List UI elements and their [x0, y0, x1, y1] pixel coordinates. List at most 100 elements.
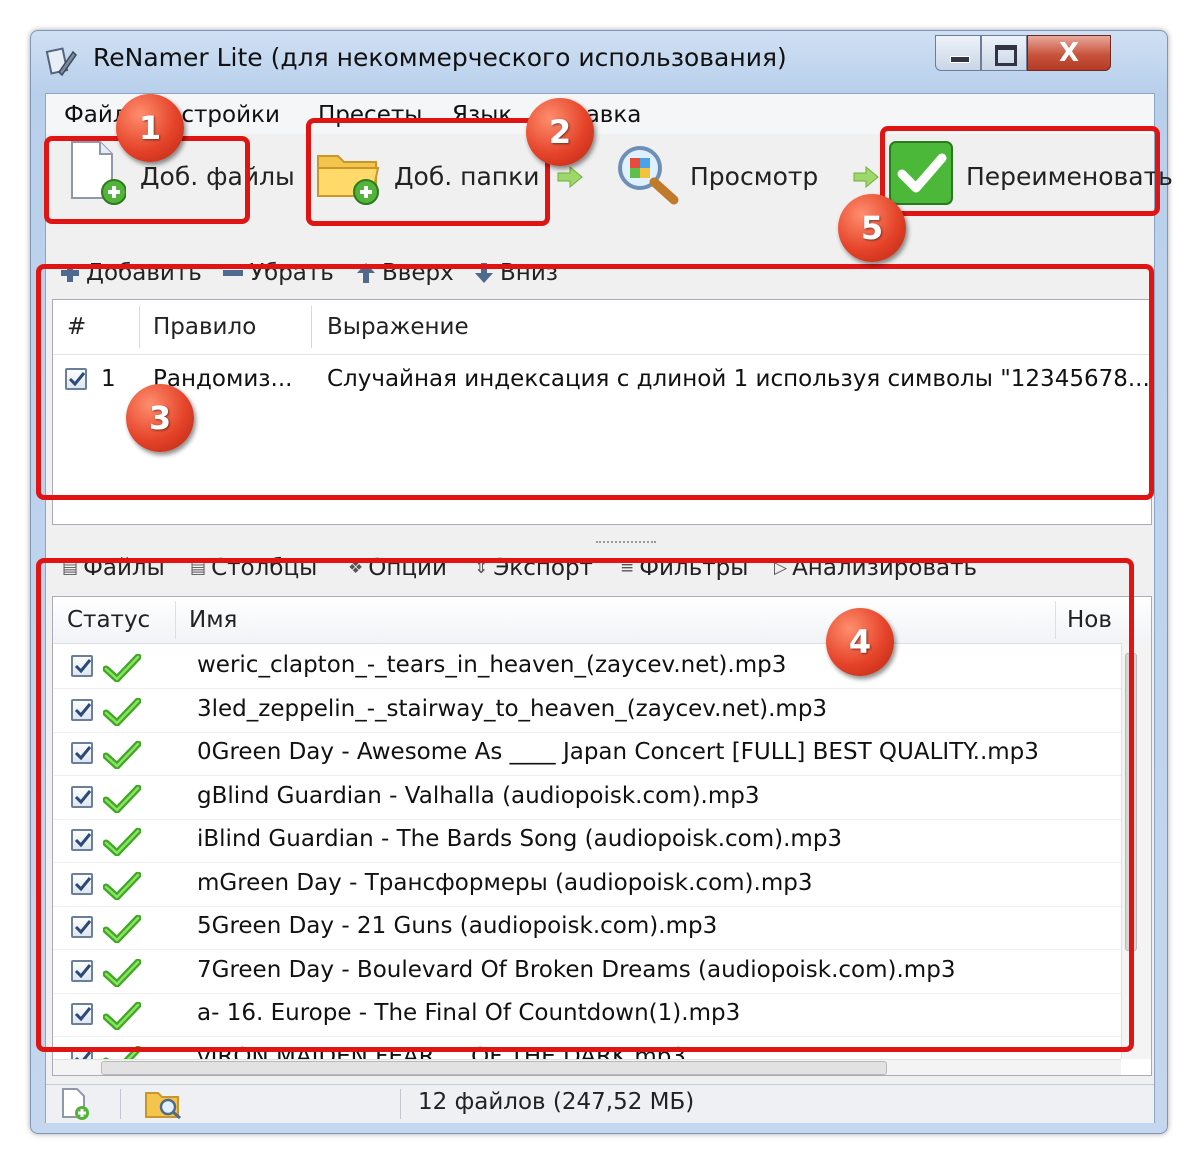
rules-col-number[interactable]: #: [67, 314, 86, 340]
preview-label: Просмотр: [690, 162, 819, 191]
status-ok-icon: [102, 653, 142, 686]
move-up-label: Вверх: [382, 260, 454, 286]
file-row[interactable]: iBlind Guardian - The Bards Song (audiop…: [53, 819, 1121, 863]
arrow-up-icon: [357, 263, 375, 283]
rule-number: 1: [101, 366, 116, 392]
file-checkbox[interactable]: [71, 1003, 93, 1025]
folder-search-icon[interactable]: [144, 1087, 184, 1125]
app-icon: [45, 46, 77, 78]
file-checkbox[interactable]: [71, 742, 93, 764]
status-ok-icon: [102, 827, 142, 860]
rule-enabled-checkbox[interactable]: [65, 368, 87, 390]
remove-rule-button[interactable]: Убрать: [222, 260, 334, 286]
status-ok-icon: [102, 871, 142, 904]
window-title: ReNamer Lite (для некоммерческого исполь…: [93, 43, 787, 72]
file-name: iBlind Guardian - The Bards Song (audiop…: [197, 826, 843, 852]
status-ok-icon: [102, 740, 142, 773]
rules-toolbar: Добавить Убрать Вверх Вниз: [46, 254, 1154, 296]
menu-language[interactable]: Язык: [452, 102, 512, 128]
close-button[interactable]: X: [1027, 35, 1111, 71]
files-toolbar: ▤ Файлы ▤ Столбцы ❖ Опции ⇕ Экспорт ≡ Фи…: [46, 549, 1154, 593]
callout-2: 2: [526, 98, 594, 166]
remove-rule-label: Убрать: [250, 260, 334, 286]
panel-splitter[interactable]: [596, 541, 656, 547]
minimize-button[interactable]: [935, 35, 981, 71]
status-divider: [400, 1089, 401, 1119]
tab-columns[interactable]: ▤ Столбцы: [190, 555, 317, 581]
tab-export[interactable]: ⇕ Экспорт: [474, 555, 593, 581]
tab-analyze-label: Анализировать: [792, 555, 978, 581]
column-separator: [1055, 601, 1056, 639]
menu-presets[interactable]: Пресеты: [318, 102, 422, 128]
tab-options[interactable]: ❖ Опции: [348, 555, 447, 581]
tab-filters[interactable]: ≡ Фильтры: [620, 555, 748, 581]
file-row[interactable]: 5Green Day - 21 Guns (audiopoisk.com).mp…: [53, 906, 1121, 950]
file-row[interactable]: weric_clapton_-_tears_in_heaven_(zaycev.…: [53, 645, 1121, 689]
add-rule-button[interactable]: Добавить: [60, 260, 202, 286]
file-checkbox[interactable]: [71, 872, 93, 895]
file-checkbox[interactable]: [71, 829, 93, 851]
file-name: gBlind Guardian - Valhalla (audiopoisk.c…: [197, 782, 760, 809]
callout-4: 4: [826, 608, 894, 676]
file-row[interactable]: a- 16. Europe - The Final Of Countdown(1…: [53, 993, 1121, 1037]
horizontal-scroll-thumb[interactable]: [101, 1061, 887, 1075]
add-folders-button[interactable]: Доб. папки: [308, 136, 552, 216]
file-row[interactable]: gBlind Guardian - Valhalla (audiopoisk.c…: [53, 776, 1121, 820]
preview-button[interactable]: Просмотр: [612, 136, 852, 216]
rules-col-rule[interactable]: Правило: [153, 314, 256, 340]
file-name: 5Green Day - 21 Guns (audiopoisk.com).mp…: [197, 913, 718, 939]
vertical-scroll-thumb[interactable]: [1125, 653, 1137, 951]
arrow-down-icon: [475, 263, 493, 283]
filter-icon: ≡: [620, 558, 635, 578]
file-checkbox[interactable]: [71, 916, 93, 938]
maximize-button[interactable]: [981, 35, 1027, 71]
callout-3: 3: [126, 384, 194, 452]
status-divider: [120, 1089, 121, 1119]
column-separator: [139, 306, 140, 348]
magnifier-icon: [612, 140, 680, 210]
file-row[interactable]: 3led_zeppelin_-_stairway_to_heaven_(zayc…: [53, 689, 1121, 733]
files-col-name[interactable]: Имя: [189, 607, 237, 633]
list-icon: ▤: [62, 558, 79, 578]
rule-row[interactable]: 1 Рандомиз... Случайная индексация с дли…: [53, 356, 1151, 402]
status-ok-icon: [102, 914, 142, 947]
files-col-status[interactable]: Статус: [67, 607, 150, 633]
file-checkbox[interactable]: [71, 785, 93, 808]
move-up-button[interactable]: Вверх: [356, 260, 454, 286]
add-folders-label: Доб. папки: [394, 162, 540, 191]
file-checkbox[interactable]: [71, 959, 93, 982]
move-down-button[interactable]: Вниз: [474, 260, 558, 286]
file-checkbox[interactable]: [71, 655, 93, 677]
tab-options-label: Опции: [368, 555, 447, 581]
file-name: 3led_zeppelin_-_stairway_to_heaven_(zayc…: [197, 695, 828, 722]
rules-col-expression[interactable]: Выражение: [327, 314, 469, 340]
callout-1: 1: [116, 94, 184, 162]
status-bar: 12 файлов (247,52 МБ): [46, 1084, 1154, 1123]
tab-export-label: Экспорт: [493, 555, 593, 581]
title-bar[interactable]: ReNamer Lite (для некоммерческого исполь…: [31, 31, 1167, 93]
arrow-right-icon: [556, 165, 584, 189]
add-files-label: Доб. файлы: [140, 162, 295, 191]
file-checkbox[interactable]: [71, 698, 93, 721]
add-file-status-icon[interactable]: [58, 1087, 92, 1125]
rename-button[interactable]: Переименовать: [888, 136, 1173, 216]
export-icon: ⇕: [474, 558, 489, 578]
file-row[interactable]: 7Green Day - Boulevard Of Broken Dreams …: [53, 950, 1121, 994]
file-row[interactable]: 0Green Day - Awesome As ____ Japan Conce…: [53, 732, 1121, 776]
file-row[interactable]: mGreen Day - Трансформеры (audiopoisk.co…: [53, 863, 1121, 907]
rename-label: Переименовать: [966, 162, 1173, 191]
status-summary: 12 файлов (247,52 МБ): [418, 1089, 695, 1115]
callout-5: 5: [838, 194, 906, 262]
close-icon: X: [1058, 38, 1080, 68]
tab-files[interactable]: ▤ Файлы: [62, 555, 165, 581]
plus-icon: [61, 264, 79, 282]
files-col-new-name[interactable]: Нов: [1067, 607, 1112, 633]
minus-icon: [223, 270, 243, 276]
columns-icon: ▤: [190, 558, 207, 578]
header-divider: [53, 354, 1151, 355]
tab-analyze[interactable]: ▷ Анализировать: [774, 555, 977, 581]
status-ok-icon: [102, 697, 142, 730]
tab-columns-label: Столбцы: [211, 555, 318, 581]
client-area: Файл Настройки Пресеты Язык Справка Доб.…: [45, 93, 1173, 1123]
minimize-icon: [950, 56, 970, 63]
